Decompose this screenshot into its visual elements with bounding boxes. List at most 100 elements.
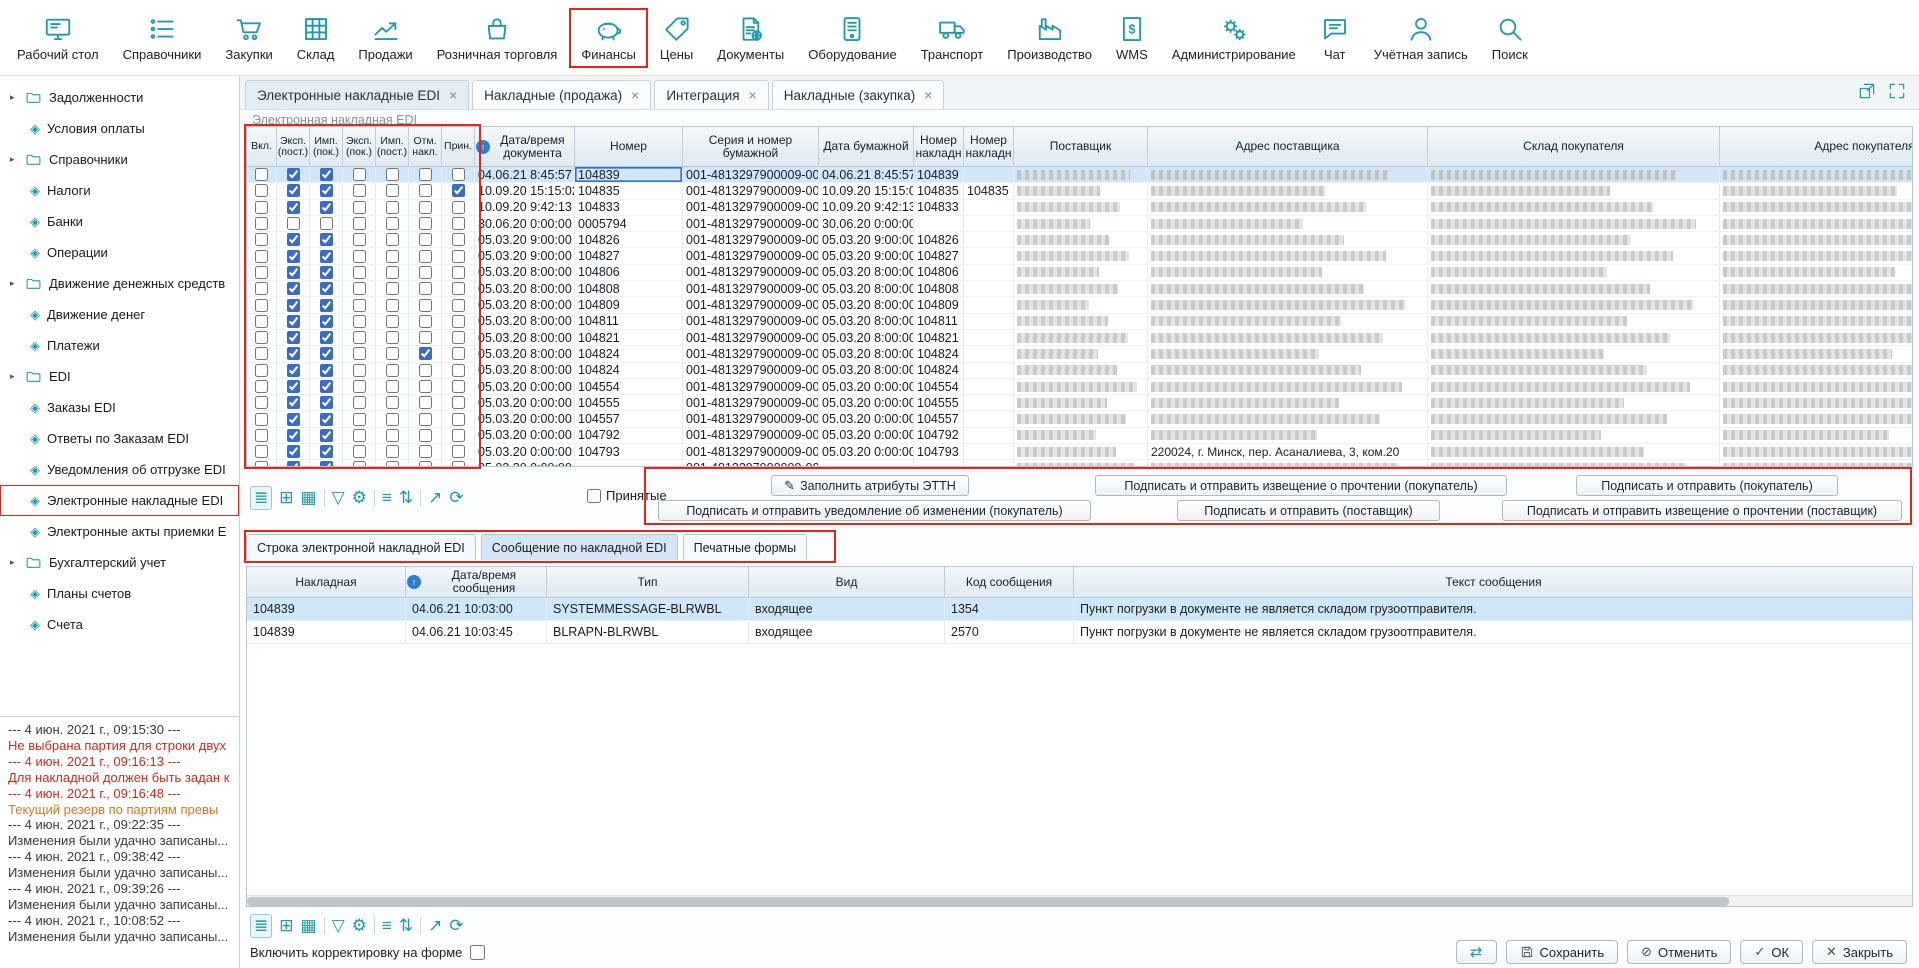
table-row[interactable]: 04.06.21 8:45:57104839001-4813297900009-… — [247, 167, 1912, 183]
topbar-item-11[interactable]: Производство — [996, 9, 1103, 67]
table-row[interactable]: 05.03.20 8:00:00104808001-4813297900009-… — [247, 281, 1912, 297]
ok-button[interactable]: ✓ОК — [1740, 940, 1803, 964]
row-checkbox[interactable] — [287, 445, 300, 458]
row-checkbox[interactable] — [320, 250, 333, 263]
row-checkbox[interactable] — [419, 396, 432, 409]
sign-send-supplier-button[interactable]: Подписать и отправить (поставщик) — [1177, 500, 1440, 521]
column-header[interactable]: Серия и номер бумажной — [683, 127, 819, 166]
message-row[interactable]: 10483904.06.21 10:03:00SYSTEMMESSAGE-BLR… — [247, 598, 1912, 621]
close-icon[interactable]: × — [631, 87, 639, 103]
table-row[interactable]: 05.03.20 9:00:00104826001-4813297900009-… — [247, 232, 1912, 248]
maximize-icon[interactable] — [1887, 81, 1907, 101]
column-header[interactable]: Прин. — [442, 127, 475, 166]
row-checkbox[interactable] — [320, 364, 333, 377]
row-checkbox[interactable] — [452, 364, 465, 377]
row-checkbox[interactable] — [353, 266, 366, 279]
topbar-item-9[interactable]: Оборудование — [797, 9, 907, 67]
row-checkbox[interactable] — [287, 315, 300, 328]
row-checkbox[interactable] — [386, 331, 399, 344]
row-checkbox[interactable] — [255, 331, 268, 344]
row-checkbox[interactable] — [353, 364, 366, 377]
column-header[interactable]: Дата бумажной — [819, 127, 914, 166]
row-checkbox[interactable] — [353, 299, 366, 312]
row-checkbox[interactable] — [353, 413, 366, 426]
close-icon[interactable]: × — [924, 87, 932, 103]
row-checkbox[interactable] — [353, 315, 366, 328]
row-checkbox[interactable] — [419, 250, 432, 263]
row-checkbox[interactable] — [287, 250, 300, 263]
column-header[interactable]: Номер накладн — [914, 127, 964, 166]
row-checkbox[interactable] — [287, 331, 300, 344]
row-checkbox[interactable] — [353, 250, 366, 263]
row-checkbox[interactable] — [287, 364, 300, 377]
row-checkbox[interactable] — [255, 364, 268, 377]
row-checkbox[interactable] — [419, 282, 432, 295]
row-checkbox[interactable] — [287, 396, 300, 409]
view-list-icon[interactable]: ≣ — [250, 914, 272, 938]
row-checkbox[interactable] — [255, 282, 268, 295]
row-checkbox[interactable] — [255, 299, 268, 312]
row-checkbox[interactable] — [419, 233, 432, 246]
expander-icon[interactable]: ▸ — [10, 278, 18, 289]
topbar-item-16[interactable]: Поиск — [1481, 9, 1539, 67]
row-checkbox[interactable] — [255, 380, 268, 393]
row-checkbox[interactable] — [452, 282, 465, 295]
sidebar-item[interactable]: ▸Движение денежных средств — [0, 268, 239, 299]
accepted-checkbox[interactable] — [587, 489, 601, 503]
row-checkbox[interactable] — [386, 380, 399, 393]
row-checkbox[interactable] — [255, 250, 268, 263]
row-checkbox[interactable] — [452, 396, 465, 409]
row-checkbox[interactable] — [353, 184, 366, 197]
row-checkbox[interactable] — [320, 445, 333, 458]
topbar-item-3[interactable]: Склад — [286, 9, 346, 67]
topbar-item-10[interactable]: Транспорт — [910, 9, 995, 67]
row-checkbox[interactable] — [419, 168, 432, 181]
group-icon[interactable]: ≡ — [382, 915, 392, 937]
row-checkbox[interactable] — [419, 299, 432, 312]
row-checkbox[interactable] — [287, 380, 300, 393]
row-checkbox[interactable] — [287, 266, 300, 279]
row-checkbox[interactable] — [386, 282, 399, 295]
sidebar-item[interactable]: ◈Банки — [0, 206, 239, 237]
sidebar-item[interactable]: ▸Бухгалтерский учет — [0, 547, 239, 578]
row-checkbox[interactable] — [353, 396, 366, 409]
column-header[interactable]: Склад покупателя — [1428, 127, 1720, 166]
row-checkbox[interactable] — [287, 429, 300, 442]
column-header[interactable]: Адрес покупателя — [1720, 127, 1913, 166]
expander-icon[interactable]: ▸ — [10, 557, 18, 568]
horizontal-scrollbar[interactable] — [247, 895, 1912, 906]
row-checkbox[interactable] — [386, 429, 399, 442]
table-row[interactable]: 05.03.20 9:00:00104827001-4813297900009-… — [247, 248, 1912, 264]
topbar-item-14[interactable]: Чат — [1309, 9, 1361, 67]
table-row[interactable]: 30.06.20 0:00:000005794001-4813297900009… — [247, 216, 1912, 232]
settings-icon[interactable]: ⚙ — [352, 487, 367, 509]
row-checkbox[interactable] — [386, 445, 399, 458]
filter-icon[interactable]: ▽ — [332, 487, 345, 509]
table-row[interactable]: 10.09.20 9:42:13104833001-4813297900009-… — [247, 200, 1912, 216]
column-header[interactable]: Накладная — [247, 567, 406, 597]
tab-3[interactable]: Накладные (закупка)× — [772, 80, 945, 109]
row-checkbox[interactable] — [320, 429, 333, 442]
row-checkbox[interactable] — [452, 299, 465, 312]
row-checkbox[interactable] — [452, 413, 465, 426]
row-checkbox[interactable] — [452, 461, 465, 467]
sidebar-item[interactable]: ◈Электронные акты приемки Е — [0, 516, 239, 547]
close-icon[interactable]: × — [449, 87, 457, 103]
row-checkbox[interactable] — [419, 413, 432, 426]
row-checkbox[interactable] — [419, 380, 432, 393]
row-checkbox[interactable] — [320, 217, 333, 230]
table-row[interactable]: 05.03.20 8:00:00104821001-4813297900009-… — [247, 330, 1912, 346]
sidebar-item[interactable]: ◈Планы счетов — [0, 578, 239, 609]
tab-1[interactable]: Накладные (продажа)× — [472, 80, 651, 109]
subtab-0[interactable]: Строка электронной накладной EDI — [246, 534, 476, 560]
cancel-button[interactable]: ⊘Отменить — [1627, 940, 1731, 964]
row-checkbox[interactable] — [353, 217, 366, 230]
row-checkbox[interactable] — [386, 299, 399, 312]
row-checkbox[interactable] — [419, 184, 432, 197]
row-checkbox[interactable] — [255, 266, 268, 279]
row-checkbox[interactable] — [386, 201, 399, 214]
row-checkbox[interactable] — [287, 201, 300, 214]
topbar-item-7[interactable]: Цены — [649, 9, 704, 67]
table-row[interactable]: 05.03.20 8:00:00104806001-4813297900009-… — [247, 265, 1912, 281]
view-grid-icon[interactable]: ⊞ — [279, 915, 293, 937]
